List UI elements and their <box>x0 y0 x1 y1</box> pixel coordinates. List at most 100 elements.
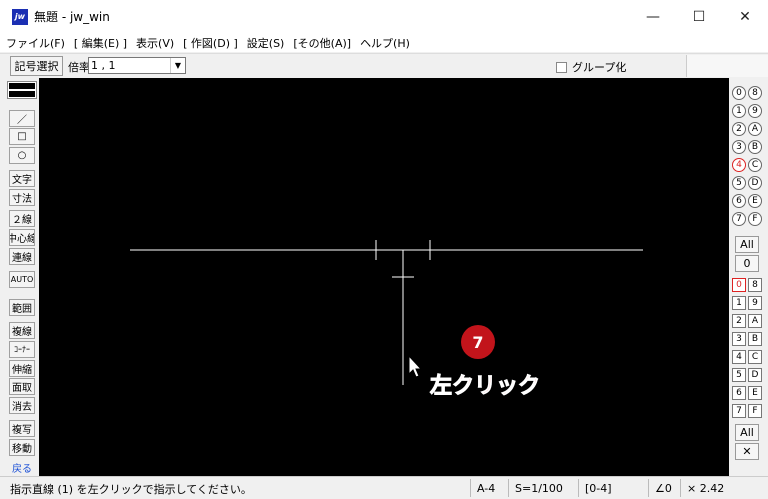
mouse-pointer-icon <box>408 354 423 378</box>
layer-group-5[interactable]: 5 <box>732 176 746 190</box>
layer-8[interactable]: 8 <box>748 278 762 292</box>
layer-7[interactable]: 7 <box>732 404 746 418</box>
tool-line[interactable]: ／ <box>9 110 35 127</box>
menu-edit[interactable]: [ 編集(E) ] <box>74 35 127 51</box>
all-layer-groups-button[interactable]: All <box>735 236 759 253</box>
tool-erase[interactable]: 消去 <box>9 397 35 414</box>
tool-rectangle[interactable]: □ <box>9 128 35 145</box>
layer-row: 4C <box>732 350 764 366</box>
layer-3[interactable]: 3 <box>732 332 746 346</box>
layer-group-6[interactable]: 6 <box>732 194 746 208</box>
tool-undo[interactable]: 戻る <box>9 459 35 476</box>
layer-group-B[interactable]: B <box>748 140 762 154</box>
drawing-scale-value: S=1/100 <box>515 481 563 495</box>
tool-move[interactable]: 移動 <box>9 439 35 456</box>
close-button[interactable]: ✕ <box>722 0 768 33</box>
layer-2[interactable]: 2 <box>732 314 746 328</box>
drawing-canvas[interactable]: 7 左クリック <box>39 78 729 476</box>
zoom-display[interactable]: × 2.42 <box>680 479 768 497</box>
layer-group-row: 19 <box>732 104 764 120</box>
menu-view[interactable]: 表示(V) <box>136 35 174 51</box>
tool-dimension[interactable]: 寸法 <box>9 189 35 206</box>
layer-group-row: 3B <box>732 140 764 156</box>
layer-group-A[interactable]: A <box>748 122 762 136</box>
maximize-button[interactable]: ☐ <box>676 0 722 33</box>
layer-4[interactable]: 4 <box>732 350 746 364</box>
checkbox-icon[interactable] <box>556 61 567 73</box>
layer-5[interactable]: 5 <box>732 368 746 382</box>
tool-center-line[interactable]: 中心線 <box>9 229 35 246</box>
layer-9[interactable]: 9 <box>748 296 762 310</box>
tool-auto[interactable]: AUTO <box>9 271 35 288</box>
layer-group-0[interactable]: 0 <box>732 86 746 100</box>
tool-corner[interactable]: ｺｰﾅｰ <box>9 341 35 358</box>
status-bar: 指示直線 (1) を左クリックで指示してください。 A-4 S=1/100 [0… <box>0 476 768 499</box>
app-icon: jw <box>12 8 28 25</box>
layer-group-4[interactable]: 4 <box>732 158 746 172</box>
layer-A[interactable]: A <box>748 314 762 328</box>
tool-text[interactable]: 文字 <box>9 170 35 187</box>
layer-group-1[interactable]: 1 <box>732 104 746 118</box>
symbol-select-button[interactable]: 記号選択 <box>10 56 63 76</box>
layer-E[interactable]: E <box>748 386 762 400</box>
menu-bar: ファイル(F) [ 編集(E) ] 表示(V) [ 作図(D) ] 設定(S) … <box>0 33 768 52</box>
layer-cross-button[interactable]: ✕ <box>735 443 759 460</box>
layer-group-C[interactable]: C <box>748 158 762 172</box>
layer-panel: 0 8 1 9 2 A 3 B 4 C 5 D 6 E 7 F All 0 0 8 1 9 2 A 3 B 4 C 5 D 6 E 7 F All ✕ <box>729 78 768 476</box>
tool-connect-line[interactable]: 連線 <box>9 248 35 265</box>
step-badge: 7 <box>461 325 495 359</box>
group-checkbox-label: グループ化 <box>572 61 627 74</box>
layer-row: 7F <box>732 404 764 420</box>
tool-extend[interactable]: 伸縮 <box>9 360 35 377</box>
layer-group-E[interactable]: E <box>748 194 762 208</box>
layer-group-row: 7F <box>732 212 764 228</box>
layer-row: 6E <box>732 386 764 402</box>
layer-group-F[interactable]: F <box>748 212 762 226</box>
layer-row: 5D <box>732 368 764 384</box>
drawing-scale[interactable]: S=1/100 <box>508 479 578 497</box>
layer-group-zero-button[interactable]: 0 <box>735 255 759 272</box>
layer-group-3[interactable]: 3 <box>732 140 746 154</box>
tool-copy[interactable]: 複写 <box>9 420 35 437</box>
title-bar: jw 無題 - jw_win — ☐ ✕ <box>0 0 768 33</box>
tool-circle[interactable]: ○ <box>9 147 35 164</box>
layer-row: 08 <box>732 278 764 294</box>
tool-palette: ／ □ ○ 文字 寸法 ２線 中心線 連線 AUTO 範囲 複線 ｺｰﾅｰ 伸縮… <box>0 78 39 476</box>
paper-size[interactable]: A-4 <box>470 479 508 497</box>
layer-group-row: 4C <box>732 158 764 174</box>
line-type-swatch[interactable] <box>7 81 37 99</box>
layer-group-D[interactable]: D <box>748 176 762 190</box>
menu-other[interactable]: [その他(A)] <box>293 35 351 51</box>
tool-offset[interactable]: 複線 <box>9 322 35 339</box>
layer-6[interactable]: 6 <box>732 386 746 400</box>
layer-D[interactable]: D <box>748 368 762 382</box>
layer-group-2[interactable]: 2 <box>732 122 746 136</box>
layer-group-8[interactable]: 8 <box>748 86 762 100</box>
status-message: 指示直線 (1) を左クリックで指示してください。 <box>10 483 252 496</box>
menu-file[interactable]: ファイル(F) <box>6 35 65 51</box>
layer-group-7[interactable]: 7 <box>732 212 746 226</box>
scale-select[interactable]: 1 , 1 ▼ <box>88 57 186 74</box>
layer-group-9[interactable]: 9 <box>748 104 762 118</box>
layer-row: 19 <box>732 296 764 312</box>
menu-draw[interactable]: [ 作図(D) ] <box>183 35 238 51</box>
group-checkbox[interactable]: グループ化 <box>556 59 626 75</box>
layer-group-row: 6E <box>732 194 764 210</box>
tool-range[interactable]: 範囲 <box>9 299 35 316</box>
menu-settings[interactable]: 設定(S) <box>247 35 285 51</box>
layer-group-row: 2A <box>732 122 764 138</box>
layer-1[interactable]: 1 <box>732 296 746 310</box>
angle-display[interactable]: ∠0 <box>648 479 680 497</box>
tool-double-line[interactable]: ２線 <box>9 210 35 227</box>
layer-0[interactable]: 0 <box>732 278 746 292</box>
tool-chamfer[interactable]: 面取 <box>9 378 35 395</box>
layer-C[interactable]: C <box>748 350 762 364</box>
dropdown-arrow-icon[interactable]: ▼ <box>170 58 185 73</box>
layer-F[interactable]: F <box>748 404 762 418</box>
layer-B[interactable]: B <box>748 332 762 346</box>
paper-size-value: A-4 <box>477 481 496 495</box>
current-layer[interactable]: [0-4] <box>578 479 648 497</box>
menu-help[interactable]: ヘルプ(H) <box>360 35 410 51</box>
all-layers-button[interactable]: All <box>735 424 759 441</box>
minimize-button[interactable]: — <box>630 0 676 33</box>
